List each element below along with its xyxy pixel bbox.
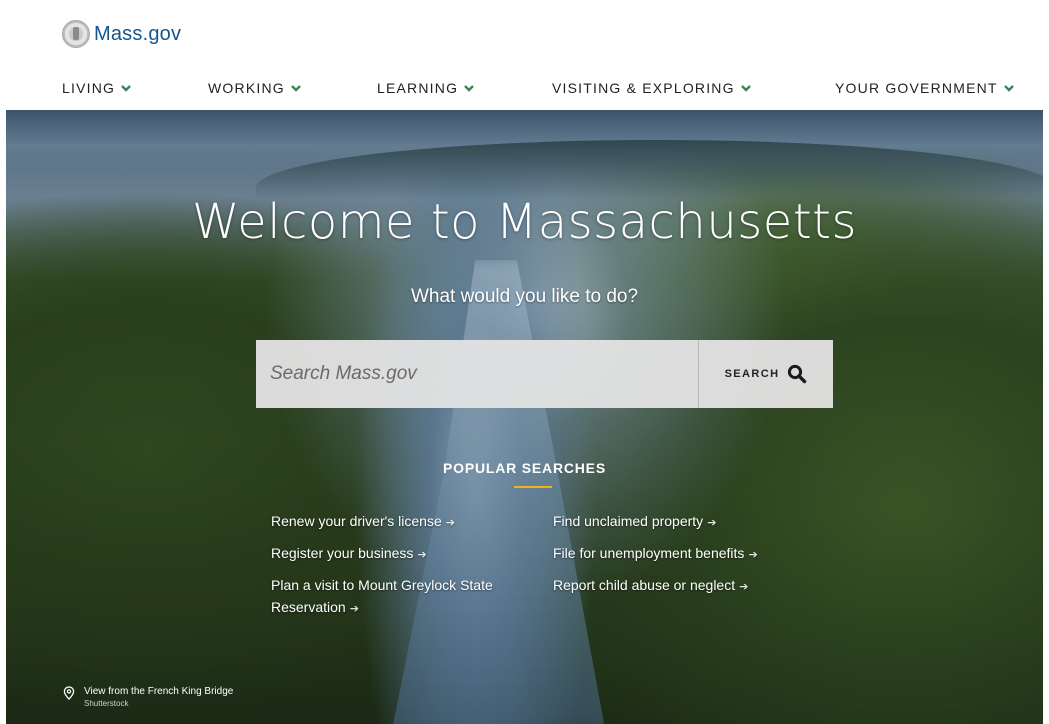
hero-subtitle: What would you like to do? — [410, 286, 639, 307]
search-input[interactable] — [256, 340, 698, 408]
nav-label: LEARNING — [377, 80, 459, 96]
chevron-down-icon — [740, 85, 751, 92]
chevron-down-icon — [290, 85, 301, 92]
nav-label: LIVING — [62, 80, 116, 96]
link-text: Plan a visit to Mount Greylock State Res… — [271, 577, 493, 615]
link-text: File for unemployment benefits — [553, 545, 745, 561]
link-text: Find unclaimed property — [553, 513, 704, 529]
chevron-down-icon — [464, 85, 475, 92]
site-logo[interactable]: Mass.gov — [62, 20, 181, 48]
search-icon — [788, 364, 807, 384]
popular-search-link[interactable]: Report child abuse or neglect ➔ — [553, 574, 803, 598]
nav-item-your-government[interactable]: YOUR GOVERNMENT — [835, 80, 1014, 96]
nav-item-living[interactable]: LIVING — [62, 80, 131, 96]
popular-search-link[interactable]: Find unclaimed property ➔ — [553, 510, 803, 534]
arrow-right-icon: ➔ — [417, 549, 427, 561]
logo-text: Mass.gov — [94, 22, 182, 45]
search-button[interactable]: SEARCH — [698, 340, 833, 408]
arrow-right-icon: ➔ — [349, 603, 359, 615]
popular-searches-title: POPULAR SEARCHES — [443, 460, 606, 476]
popular-searches-left: Renew your driver's license ➔ Register yo… — [271, 510, 521, 628]
popular-search-link[interactable]: Plan a visit to Mount Greylock State Res… — [271, 574, 521, 620]
photo-credit: View from the French King Bridge Shutter… — [62, 686, 233, 708]
nav-item-working[interactable]: WORKING — [208, 80, 301, 96]
popular-search-link[interactable]: Renew your driver's license ➔ — [271, 510, 521, 534]
chevron-down-icon — [121, 85, 131, 92]
arrow-right-icon: ➔ — [748, 549, 758, 561]
link-text: Register your business — [271, 545, 414, 561]
link-text: Report child abuse or neglect — [553, 577, 736, 593]
nav-label: VISITING & EXPLORING — [552, 80, 735, 96]
state-seal-icon — [62, 20, 90, 48]
nav-label: YOUR GOVERNMENT — [835, 80, 998, 96]
popular-search-link[interactable]: File for unemployment benefits ➔ — [553, 542, 803, 566]
popular-searches-underline — [514, 486, 552, 488]
arrow-right-icon: ➔ — [707, 517, 717, 529]
photo-caption: View from the French King Bridge — [84, 686, 234, 697]
main-nav: LIVING WORKING LEARNING VISITING & EXPLO… — [6, 78, 1043, 110]
hero-title: Welcome to Massachusetts — [192, 194, 857, 250]
nav-item-visiting-exploring[interactable]: VISITING & EXPLORING — [552, 80, 751, 96]
arrow-right-icon: ➔ — [445, 517, 455, 529]
location-pin-icon — [63, 686, 75, 700]
nav-label: WORKING — [208, 80, 285, 96]
search-button-label: SEARCH — [724, 368, 780, 380]
popular-search-link[interactable]: Register your business ➔ — [271, 542, 521, 566]
photo-source: Shutterstock — [84, 699, 129, 708]
hero-section: Welcome to Massachusetts What would you … — [6, 110, 1043, 724]
hero-content: Welcome to Massachusetts What would you … — [6, 110, 1043, 724]
popular-searches-right: Find unclaimed property ➔ File for unempl… — [553, 510, 803, 606]
site-header: Mass.gov LIVING WORKING LEARNING VISITIN… — [6, 6, 1043, 110]
page: Mass.gov LIVING WORKING LEARNING VISITIN… — [6, 6, 1043, 724]
nav-item-learning[interactable]: LEARNING — [377, 80, 475, 96]
chevron-down-icon — [1003, 85, 1014, 92]
arrow-right-icon: ➔ — [739, 581, 749, 593]
link-text: Renew your driver's license — [271, 513, 442, 529]
search-form: SEARCH — [256, 340, 833, 408]
